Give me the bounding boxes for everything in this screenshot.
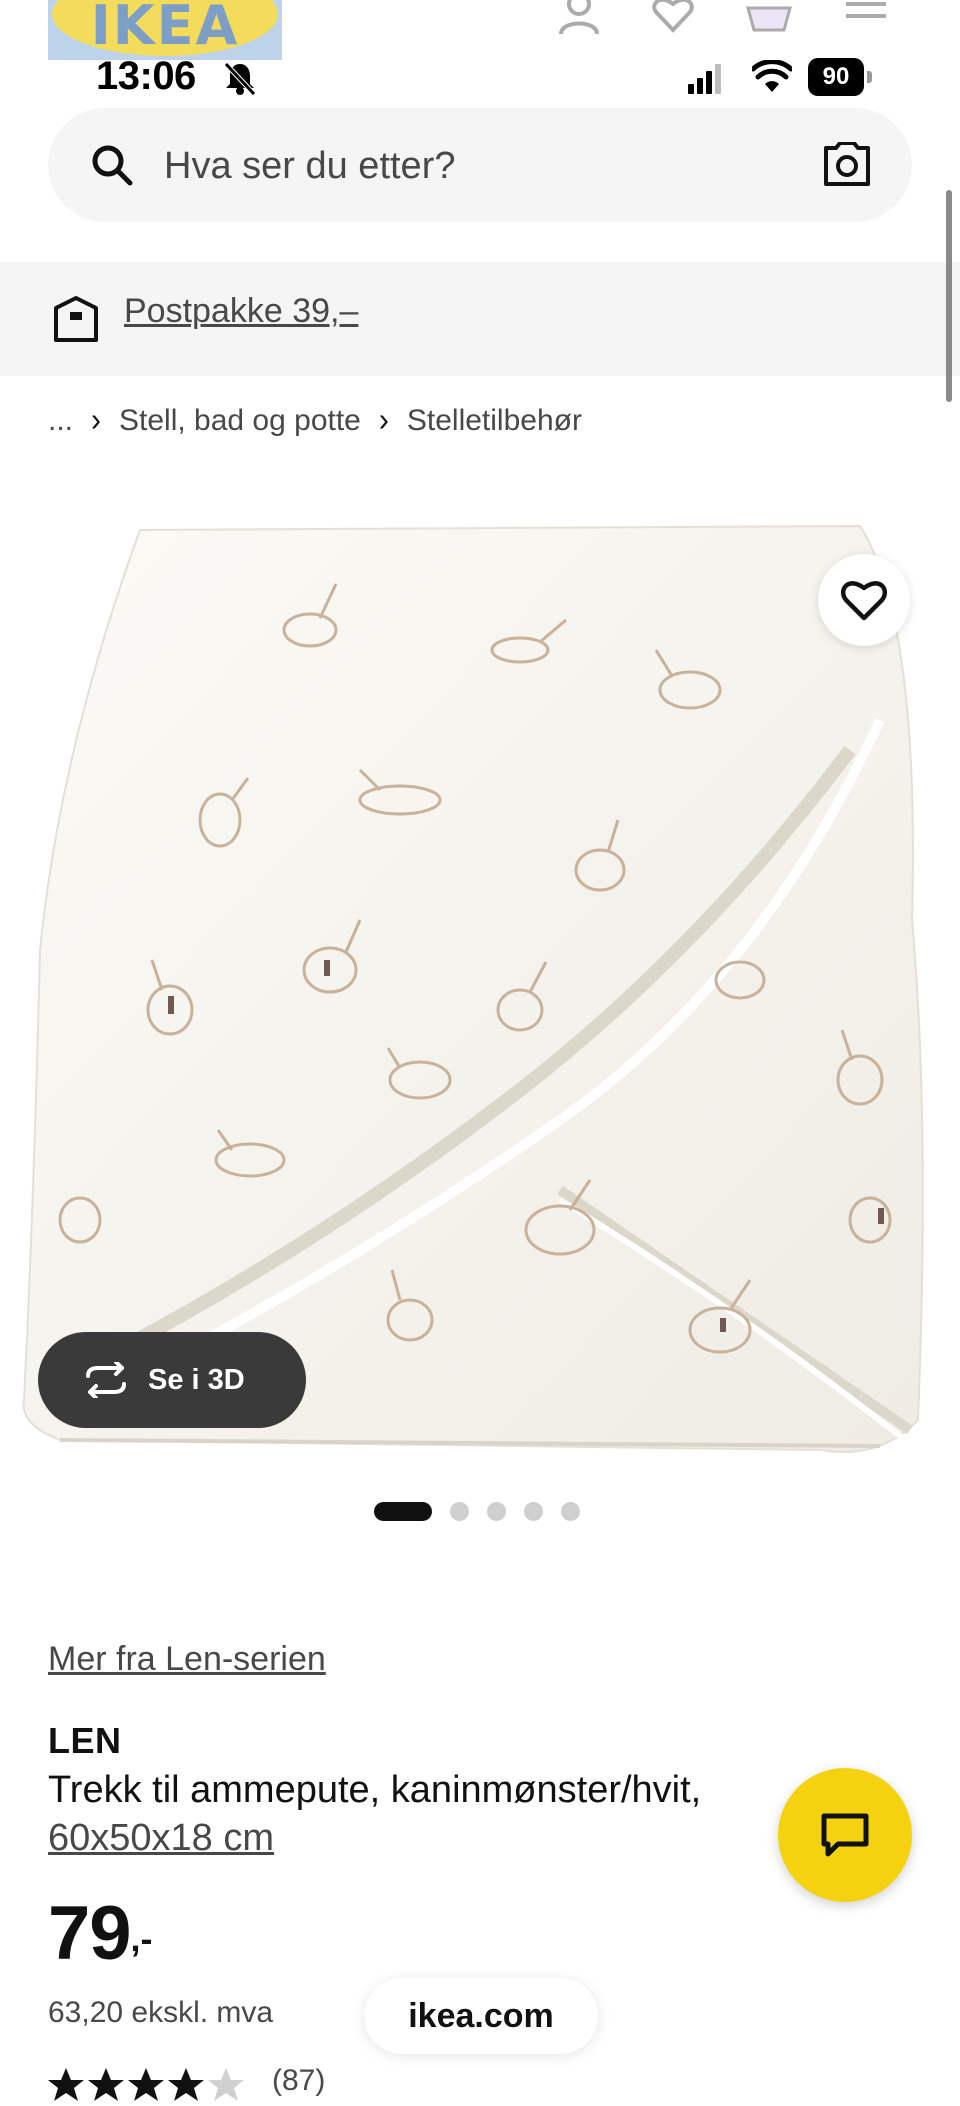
view-in-3d-label: Se i 3D <box>148 1363 245 1396</box>
heart-icon[interactable] <box>650 0 696 34</box>
carousel-dot[interactable] <box>487 1502 506 1521</box>
battery-level: 90 <box>808 58 864 96</box>
delivery-banner[interactable]: Postpakke 39,– <box>0 262 960 376</box>
breadcrumb-ellipsis[interactable]: ... <box>48 404 73 438</box>
product-image[interactable] <box>0 500 960 1470</box>
browser-url-bar[interactable]: ikea.com <box>364 1978 598 2054</box>
search-bar[interactable] <box>48 108 912 222</box>
nursing-pillow-cover-illustration <box>22 524 924 1453</box>
chevron-right-icon: › <box>378 402 389 439</box>
carousel-dot-active[interactable] <box>374 1502 432 1521</box>
heart-icon <box>840 581 888 621</box>
breadcrumb-item[interactable]: Stell, bad og potte <box>119 404 361 438</box>
parcel-icon <box>54 296 98 342</box>
ikea-logo[interactable]: IKEA <box>48 0 282 60</box>
product-description: Trekk til ammepute, kaninmønster/hvit, 6… <box>48 1766 768 1862</box>
star-rating-icon <box>48 2068 244 2101</box>
basket-icon[interactable] <box>746 0 792 34</box>
rating-count[interactable]: (87) <box>272 2064 325 2098</box>
customer-chat-button[interactable] <box>778 1768 912 1902</box>
status-time: 13:06 <box>96 54 196 98</box>
chat-bubble-icon <box>821 1813 869 1857</box>
carousel-dot[interactable] <box>450 1502 469 1521</box>
product-name: LEN <box>48 1720 122 1761</box>
price-excl-vat: 63,20 ekskl. mva <box>48 1996 274 2029</box>
scrollbar[interactable] <box>946 190 952 402</box>
search-input[interactable] <box>162 132 826 200</box>
breadcrumb: ... › Stell, bad og potte › Stelletilbeh… <box>48 402 582 439</box>
breadcrumb-item[interactable]: Stelletilbehør <box>407 404 582 438</box>
user-icon[interactable] <box>556 0 602 34</box>
battery-indicator: 90 <box>808 58 872 98</box>
add-to-favourites-button[interactable] <box>818 554 910 646</box>
image-carousel-indicator <box>374 1502 580 1521</box>
wifi-icon <box>752 60 792 92</box>
signal-icon <box>688 64 721 94</box>
price-integer: 79 <box>48 1891 132 1976</box>
product-description-text: Trekk til ammepute, kaninmønster/hvit, <box>48 1769 702 1811</box>
rotate-3d-icon <box>86 1362 126 1398</box>
delivery-link[interactable]: Postpakke 39,– <box>124 292 358 331</box>
menu-icon[interactable] <box>844 0 890 34</box>
view-in-3d-button[interactable]: Se i 3D <box>38 1332 306 1428</box>
series-link[interactable]: Mer fra Len-serien <box>48 1640 326 1679</box>
carousel-dot[interactable] <box>561 1502 580 1521</box>
camera-icon[interactable] <box>822 142 872 188</box>
logo-text: IKEA <box>90 0 240 57</box>
product-price: 79 ,- <box>48 1894 153 1974</box>
price-suffix: ,- <box>130 1918 153 1959</box>
carousel-dot[interactable] <box>524 1502 543 1521</box>
product-dimensions-link[interactable]: 60x50x18 cm <box>48 1817 274 1859</box>
search-icon[interactable] <box>90 143 134 187</box>
chevron-right-icon: › <box>91 402 102 439</box>
silent-bell-icon <box>224 62 256 96</box>
rating-stars[interactable] <box>48 2066 258 2106</box>
